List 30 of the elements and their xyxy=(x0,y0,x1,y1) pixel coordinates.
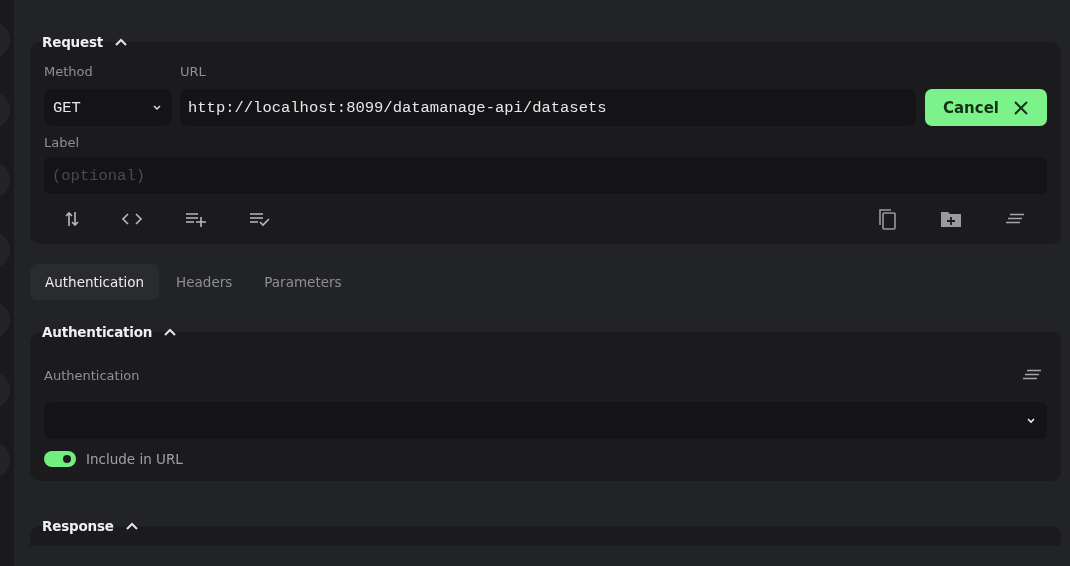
tab[interactable]: Parameters xyxy=(249,264,357,300)
lines-icon[interactable] xyxy=(1005,213,1025,225)
chevron-down-icon[interactable] xyxy=(153,104,161,111)
code-icon[interactable] xyxy=(121,212,143,226)
collapse-icon[interactable] xyxy=(164,327,177,337)
copy-icon[interactable] xyxy=(877,208,897,230)
field-label: URL xyxy=(180,64,206,79)
section-title: Authentication xyxy=(42,324,153,340)
tab[interactable]: Authentication xyxy=(30,264,160,300)
field-label: Method xyxy=(44,64,94,79)
section-title: Request xyxy=(42,34,104,50)
chevron-down-icon[interactable] xyxy=(1027,417,1035,424)
field-label: Label xyxy=(44,135,81,150)
cancel-button[interactable]: Cancel xyxy=(925,89,1047,126)
url-field[interactable]: http://localhost:8099/datamanage-api/datasets xyxy=(180,89,916,126)
method-dropdown[interactable]: GET xyxy=(44,89,172,126)
field-label: Authentication xyxy=(44,367,140,383)
folder-add-icon[interactable] xyxy=(940,210,962,228)
sort-icon[interactable] xyxy=(65,210,79,228)
collapse-icon[interactable] xyxy=(125,521,138,531)
section-title: Response xyxy=(42,518,114,534)
toggle-label: Include in URL xyxy=(86,451,183,467)
close-icon[interactable] xyxy=(1013,99,1029,116)
label-field[interactable]: (optional) xyxy=(44,157,1047,194)
collapse-icon[interactable] xyxy=(115,37,128,47)
tab[interactable]: Headers xyxy=(161,264,248,300)
lines-icon[interactable] xyxy=(1022,369,1042,381)
list-add-icon[interactable] xyxy=(185,211,207,227)
list-check-icon[interactable] xyxy=(249,211,271,227)
toggle-switch[interactable] xyxy=(44,451,76,467)
